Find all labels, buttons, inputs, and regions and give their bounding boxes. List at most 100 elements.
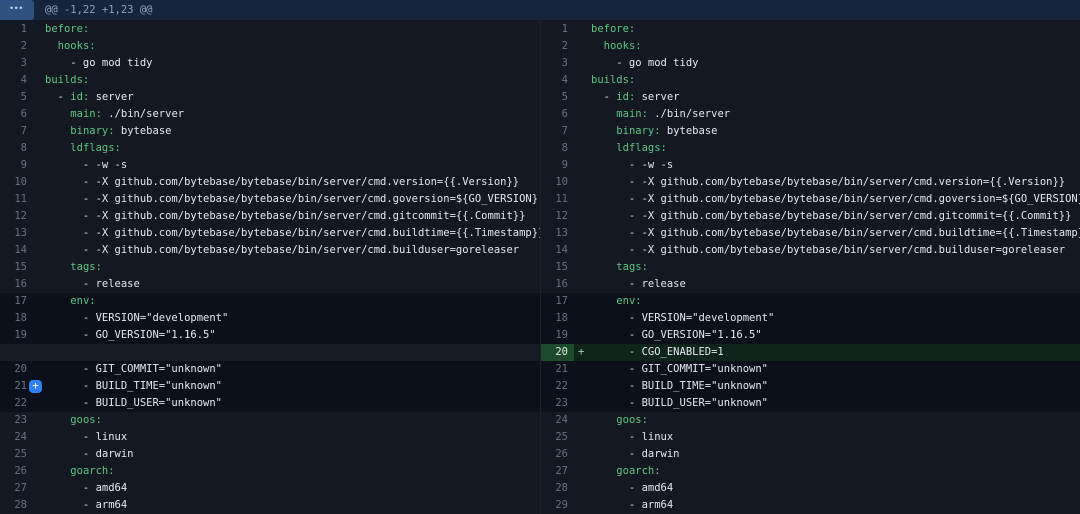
line-number[interactable]: 22 — [541, 378, 574, 395]
line-number[interactable]: 25 — [541, 429, 574, 446]
code-line: - darwin — [591, 448, 680, 460]
add-comment-button[interactable]: + — [29, 380, 42, 393]
line-number[interactable]: 17 — [0, 293, 33, 310]
code-line: goos: — [591, 414, 648, 426]
yaml-key: main: — [616, 108, 648, 120]
yaml-key: goos: — [70, 414, 102, 426]
yaml-text: - -X github.com/bytebase/bytebase/bin/se… — [45, 210, 525, 222]
line-number[interactable]: 11 — [541, 190, 574, 207]
line-number[interactable]: 16 — [0, 275, 33, 292]
yaml-text: ./bin/server — [102, 108, 184, 120]
line-number[interactable]: 19 — [0, 327, 33, 344]
yaml-text: bytebase — [661, 125, 718, 137]
line-number[interactable]: 1 — [541, 20, 574, 37]
line-number[interactable]: 2 — [0, 37, 33, 54]
line-number[interactable]: 24 — [541, 412, 574, 429]
yaml-text: - -X github.com/bytebase/bytebase/bin/se… — [45, 227, 540, 239]
line-number[interactable]: 21+ — [0, 378, 33, 395]
code-line: - BUILD_USER="unknown" — [591, 397, 768, 409]
line-number[interactable]: 28 — [541, 480, 574, 497]
diff-filler-row — [0, 344, 540, 361]
line-number[interactable]: 12 — [541, 207, 574, 224]
line-number[interactable]: 7 — [541, 122, 574, 139]
line-number[interactable]: 2 — [541, 37, 574, 54]
yaml-text — [45, 40, 58, 52]
diff-row: 21 - GIT_COMMIT="unknown" — [541, 361, 1080, 378]
yaml-key: id: — [616, 91, 635, 103]
line-number[interactable]: 18 — [0, 310, 33, 327]
line-number[interactable]: 19 — [541, 327, 574, 344]
line-number[interactable]: 15 — [0, 258, 33, 275]
split-diff-view: ••• @@ -1,22 +1,23 @@ 1before:2 hooks:3 … — [0, 0, 1080, 514]
line-number[interactable]: 15 — [541, 258, 574, 275]
line-number[interactable]: 27 — [541, 463, 574, 480]
code-line: - arm64 — [591, 499, 673, 511]
expand-diff-button[interactable]: ••• — [0, 0, 34, 20]
code-line: - go mod tidy — [45, 57, 152, 69]
code-line: ldflags: — [591, 142, 667, 154]
line-number[interactable]: 8 — [0, 139, 33, 156]
line-number[interactable]: 27 — [0, 480, 33, 497]
code-line: goarch: — [45, 465, 115, 477]
code-line: - linux — [45, 431, 127, 443]
line-number[interactable]: 10 — [0, 173, 33, 190]
diff-row: 28 - arm64 — [0, 497, 540, 514]
line-number[interactable]: 17 — [541, 293, 574, 310]
line-number[interactable]: 4 — [541, 71, 574, 88]
line-number[interactable]: 5 — [541, 88, 574, 105]
yaml-text: server — [89, 91, 133, 103]
line-number[interactable]: 23 — [541, 395, 574, 412]
line-number[interactable]: 12 — [0, 207, 33, 224]
line-number[interactable]: 4 — [0, 71, 33, 88]
line-number[interactable]: 20 — [0, 361, 33, 378]
line-number[interactable]: 1 — [0, 20, 33, 37]
line-number[interactable]: 5 — [0, 88, 33, 105]
line-number[interactable]: 10 — [541, 173, 574, 190]
diff-row: 16 - release — [541, 275, 1080, 292]
line-number[interactable]: 3 — [541, 54, 574, 71]
line-number[interactable]: 29 — [541, 497, 574, 514]
line-number[interactable]: 22 — [0, 395, 33, 412]
line-number[interactable]: 25 — [0, 446, 33, 463]
line-number[interactable]: 14 — [541, 241, 574, 258]
diff-row: 19 - GO_VERSION="1.16.5" — [0, 327, 540, 344]
line-number[interactable]: 26 — [0, 463, 33, 480]
line-number[interactable]: 24 — [0, 429, 33, 446]
diff-row: 24 - linux — [0, 429, 540, 446]
line-number[interactable]: 28 — [0, 497, 33, 514]
yaml-text — [591, 261, 616, 273]
yaml-text — [45, 108, 70, 120]
line-number[interactable]: 8 — [541, 139, 574, 156]
yaml-key: tags: — [70, 261, 102, 273]
line-number[interactable]: 13 — [541, 224, 574, 241]
line-number[interactable]: 3 — [0, 54, 33, 71]
code-line: - GO_VERSION="1.16.5" — [45, 329, 216, 341]
diff-row: 5 - id: server — [0, 88, 540, 105]
line-number[interactable]: 13 — [0, 224, 33, 241]
line-number[interactable]: 14 — [0, 241, 33, 258]
line-number[interactable]: 9 — [541, 156, 574, 173]
line-number[interactable]: 6 — [541, 105, 574, 122]
line-number[interactable]: 11 — [0, 190, 33, 207]
line-number[interactable]: 6 — [0, 105, 33, 122]
yaml-text: bytebase — [115, 125, 172, 137]
diff-row: 26 goarch: — [0, 463, 540, 480]
line-number[interactable]: 26 — [541, 446, 574, 463]
code-line: main: ./bin/server — [591, 108, 730, 120]
yaml-text: - release — [45, 278, 140, 290]
yaml-key: ldflags: — [70, 142, 121, 154]
line-number[interactable]: 21 — [541, 361, 574, 378]
line-number[interactable]: 20 — [541, 344, 574, 361]
diff-row: 25 - darwin — [0, 446, 540, 463]
line-number[interactable]: 23 — [0, 412, 33, 429]
yaml-text: - -X github.com/bytebase/bytebase/bin/se… — [591, 176, 1065, 188]
code-line: - amd64 — [45, 482, 127, 494]
yaml-text: server — [635, 91, 679, 103]
line-number[interactable]: 18 — [541, 310, 574, 327]
code-line: - -X github.com/bytebase/bytebase/bin/se… — [45, 210, 525, 222]
diff-row: 26 - darwin — [541, 446, 1080, 463]
line-number[interactable]: 9 — [0, 156, 33, 173]
line-number[interactable]: 7 — [0, 122, 33, 139]
line-number[interactable]: 16 — [541, 275, 574, 292]
code-line: tags: — [45, 261, 102, 273]
